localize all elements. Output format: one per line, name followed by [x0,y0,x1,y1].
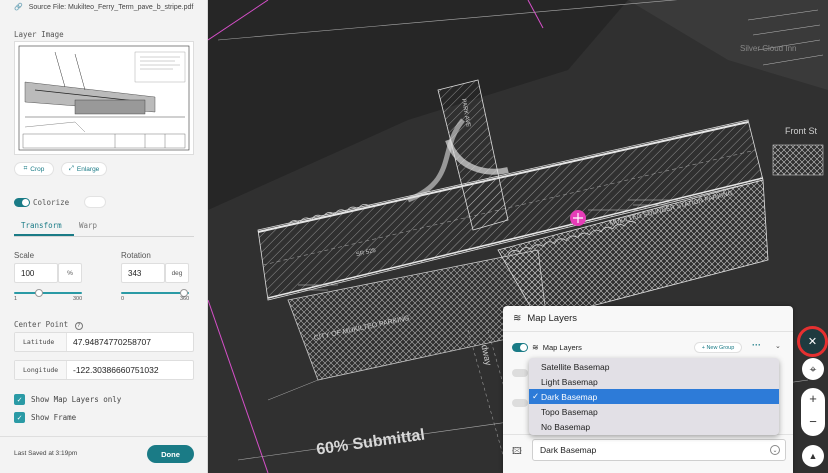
scale-input[interactable]: 100 [14,263,58,283]
zoom-in-button[interactable]: + [801,391,825,406]
basemap-dropdown: Satellite Basemap Light Basemap ✓ Dark B… [529,358,779,435]
last-saved-text: Last Saved at 3:19pm [14,450,78,457]
show-map-layers-only-row[interactable]: ✓ Show Map Layers only [14,394,121,405]
front-st-label: Front St [785,126,818,136]
sidebar-footer-divider [0,436,208,437]
map-layers-header: ≋ Map Layers [503,306,793,332]
more-options-icon[interactable]: ··· [752,340,761,350]
scale-unit: % [58,263,82,283]
longitude-label: Longitude [15,361,67,379]
layer-toggle-1[interactable] [512,369,528,377]
basemap-select[interactable]: Dark Basemap ⌄ [532,439,786,461]
colorize-color-swatch[interactable] [84,196,106,208]
tab-transform[interactable]: Transform [21,221,62,230]
map-layers-group-name: Map Layers [542,342,582,352]
layer-toggle-2[interactable] [512,399,528,407]
show-frame-checkbox[interactable]: ✓ [14,412,25,423]
layers-close-icon: ✕ [807,336,818,348]
basemap-option-dark-label: Dark Basemap [541,391,598,402]
basemap-option-dark[interactable]: ✓ Dark Basemap [529,389,779,404]
layer-image-thumbnail[interactable] [14,41,194,155]
rotation-input[interactable]: 343 [121,263,165,283]
latitude-input[interactable]: 47.94874770258707 [67,333,193,351]
enlarge-icon: ⤢ [68,165,74,172]
done-button[interactable]: Done [147,445,194,463]
tab-warp[interactable]: Warp [79,221,97,230]
source-file-name: Source File: Mukilteo_Ferry_Term_pave_b_… [28,3,194,11]
enlarge-label: Enlarge [76,165,100,173]
plan-thumbnail-drawing [18,45,190,151]
basemap-icon: 🖾 [512,446,522,456]
colorize-label: Colorize [33,198,70,207]
chevron-down-icon[interactable]: ⌄ [775,342,781,350]
tabs-divider [14,236,194,237]
layer-sidebar: 🔗 Source File: Mukilteo_Ferry_Term_pave_… [0,0,208,473]
zoom-out-button[interactable]: − [801,414,825,429]
scale-label: Scale [14,251,35,260]
basemap-option-topo[interactable]: Topo Basemap [529,404,779,419]
basemap-selected-value: Dark Basemap [540,445,597,455]
rotation-label: Rotation [121,251,151,260]
layers-toggle-button[interactable]: ✕ [797,326,828,357]
rotation-slider-track[interactable] [121,292,189,294]
rotation-max: 360 [180,296,190,302]
crop-label: Crop [30,165,45,173]
map-layers-group-toggle[interactable] [512,342,528,352]
rotation-min: 0 [121,296,125,302]
locate-button[interactable]: ⌖ [802,358,824,380]
longitude-input[interactable]: -122.30386660751032 [67,361,193,379]
compass-button[interactable]: ▲ [802,445,824,467]
stack-icon: ≋ [532,342,539,352]
basemap-option-satellite[interactable]: Satellite Basemap [529,359,779,374]
center-point-text: Center Point [14,320,69,329]
longitude-field: Longitude -122.30386660751032 [14,360,194,380]
show-map-layers-only-label: Show Map Layers only [31,395,122,404]
source-file-row: 🔗 Source File: Mukilteo_Ferry_Term_pave_… [0,0,208,14]
layers-icon: ≋ [513,313,522,324]
layer-image-label: Layer Image [14,30,64,39]
new-group-button[interactable]: + New Group [694,342,742,353]
center-point-label: Center Point ? [14,320,83,330]
scale-slider-thumb[interactable] [35,289,43,297]
map-layers-group-row: ≋ Map Layers [503,338,793,356]
show-frame-label: Show Frame [31,413,77,422]
silver-cloud-inn-label: Silver Cloud Inn [740,44,797,53]
basemap-option-light[interactable]: Light Basemap [529,374,779,389]
basemap-option-none[interactable]: No Basemap [529,419,779,434]
zoom-control: + − [801,388,825,436]
compass-icon: ▲ [808,451,818,461]
scale-slider-track[interactable] [14,292,82,294]
show-frame-row[interactable]: ✓ Show Frame [14,412,76,423]
scale-min: 1 [14,296,18,302]
show-map-layers-only-checkbox[interactable]: ✓ [14,394,25,405]
crop-icon: ⌗ [23,165,28,172]
scale-max: 300 [73,296,83,302]
active-tab-indicator [14,234,74,236]
rotation-unit: deg [165,263,189,283]
info-icon[interactable]: ? [74,322,83,330]
latitude-label: Latitude [15,333,67,351]
enlarge-button[interactable]: ⤢ Enlarge [61,162,107,176]
link-icon: 🔗 [14,4,23,11]
map-layers-title: Map Layers [527,313,578,324]
select-chevron-icon: ⌄ [770,445,780,455]
latitude-field: Latitude 47.94874770258707 [14,332,194,352]
checkmark-icon: ✓ [532,391,540,401]
colorize-toggle[interactable] [14,198,30,207]
crop-button[interactable]: ⌗ Crop [14,162,54,176]
crosshair-icon: ⌖ [809,361,817,376]
